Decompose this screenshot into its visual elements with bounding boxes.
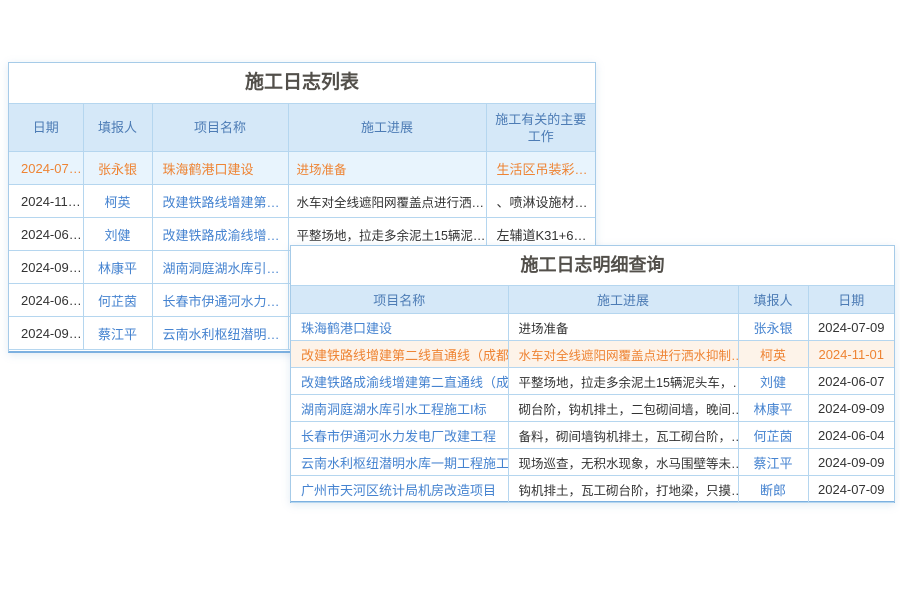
cell-project: 珠海鹤港口建设 xyxy=(152,152,288,185)
cell-date: 2024-06… xyxy=(9,218,83,251)
column-header: 项目名称 xyxy=(291,286,508,314)
cell-progress: 现场巡查，无积水现象，水马围壁等未… xyxy=(508,449,738,476)
construction-log-detail-panel: 施工日志明细查询 项目名称施工进展填报人日期 珠海鹤港口建设进场准备张永银202… xyxy=(290,245,895,503)
construction-log-detail-table: 项目名称施工进展填报人日期 珠海鹤港口建设进场准备张永银2024-07-09改建… xyxy=(291,285,894,503)
cell-reporter: 刘健 xyxy=(738,368,808,395)
cell-reporter: 何芷茵 xyxy=(83,284,152,317)
column-header: 施工有关的主要工作 xyxy=(486,104,595,152)
column-header: 填报人 xyxy=(738,286,808,314)
cell-progress: 进场准备 xyxy=(288,152,486,185)
cell-date: 2024-07-09 xyxy=(808,314,894,341)
cell-project: 广州市天河区统计局机房改造项目 xyxy=(291,476,508,503)
cell-reporter: 刘健 xyxy=(83,218,152,251)
cell-project: 长春市伊通河水力发电厂改建工程 xyxy=(291,422,508,449)
cell-date: 2024-09… xyxy=(9,251,83,284)
column-header: 项目名称 xyxy=(152,104,288,152)
table-row[interactable]: 珠海鹤港口建设进场准备张永银2024-07-09 xyxy=(291,314,894,341)
column-header: 日期 xyxy=(9,104,83,152)
detail-panel-title: 施工日志明细查询 xyxy=(291,246,894,285)
column-header: 日期 xyxy=(808,286,894,314)
cell-reporter: 蔡江平 xyxy=(83,317,152,350)
cell-date: 2024-11-01 xyxy=(808,341,894,368)
table-row[interactable]: 湖南洞庭湖水库引水工程施工I标砌台阶，钩机排土，二包砌间墙，晚间…林康平2024… xyxy=(291,395,894,422)
cell-project: 珠海鹤港口建设 xyxy=(291,314,508,341)
cell-date: 2024-09-09 xyxy=(808,449,894,476)
cell-date: 2024-07-09 xyxy=(808,476,894,503)
table-row[interactable]: 云南水利枢纽潜明水库一期工程施工I标现场巡查，无积水现象，水马围壁等未…蔡江平2… xyxy=(291,449,894,476)
page-canvas: 施工日志列表 日期填报人项目名称施工进展施工有关的主要工作 2024-07…张永… xyxy=(0,0,900,600)
table-row[interactable]: 广州市天河区统计局机房改造项目钩机排土，瓦工砌台阶，打地梁，只摸…断郎2024-… xyxy=(291,476,894,503)
cell-progress: 水车对全线遮阳网覆盖点进行洒… xyxy=(288,185,486,218)
cell-project: 云南水利枢纽潜明… xyxy=(152,317,288,350)
cell-project: 改建铁路线增建第二线直通线（成都-西 xyxy=(291,341,508,368)
cell-date: 2024-07… xyxy=(9,152,83,185)
cell-reporter: 林康平 xyxy=(83,251,152,284)
column-header: 施工进展 xyxy=(508,286,738,314)
cell-work: 、喷淋设施材… xyxy=(486,185,595,218)
cell-project: 湖南洞庭湖水库引… xyxy=(152,251,288,284)
table-row[interactable]: 2024-07…张永银珠海鹤港口建设进场准备生活区吊装彩… xyxy=(9,152,595,185)
cell-project: 改建铁路成渝线增… xyxy=(152,218,288,251)
list-panel-title: 施工日志列表 xyxy=(9,63,595,103)
cell-progress: 平整场地，拉走多余泥土15辆泥头车，… xyxy=(508,368,738,395)
cell-reporter: 断郎 xyxy=(738,476,808,503)
cell-date: 2024-06-07 xyxy=(808,368,894,395)
cell-progress: 砌台阶，钩机排土，二包砌间墙，晚间… xyxy=(508,395,738,422)
cell-progress: 水车对全线遮阳网覆盖点进行洒水抑制… xyxy=(508,341,738,368)
cell-progress: 进场准备 xyxy=(508,314,738,341)
cell-reporter: 柯英 xyxy=(83,185,152,218)
cell-date: 2024-09-09 xyxy=(808,395,894,422)
cell-project: 长春市伊通河水力… xyxy=(152,284,288,317)
table-row[interactable]: 改建铁路线增建第二线直通线（成都-西水车对全线遮阳网覆盖点进行洒水抑制…柯英20… xyxy=(291,341,894,368)
table-row[interactable]: 2024-11…柯英改建铁路线增建第…水车对全线遮阳网覆盖点进行洒…、喷淋设施材… xyxy=(9,185,595,218)
cell-progress: 钩机排土，瓦工砌台阶，打地梁，只摸… xyxy=(508,476,738,503)
cell-reporter: 何芷茵 xyxy=(738,422,808,449)
cell-work: 生活区吊装彩… xyxy=(486,152,595,185)
table-row[interactable]: 改建铁路成渝线增建第二直通线（成渝平整场地，拉走多余泥土15辆泥头车，…刘健20… xyxy=(291,368,894,395)
cell-project: 改建铁路成渝线增建第二直通线（成渝 xyxy=(291,368,508,395)
cell-date: 2024-11… xyxy=(9,185,83,218)
list-header-row: 日期填报人项目名称施工进展施工有关的主要工作 xyxy=(9,104,595,152)
cell-project: 改建铁路线增建第… xyxy=(152,185,288,218)
column-header: 施工进展 xyxy=(288,104,486,152)
cell-project: 湖南洞庭湖水库引水工程施工I标 xyxy=(291,395,508,422)
cell-date: 2024-06-04 xyxy=(808,422,894,449)
cell-reporter: 林康平 xyxy=(738,395,808,422)
cell-reporter: 柯英 xyxy=(738,341,808,368)
cell-date: 2024-09… xyxy=(9,317,83,350)
cell-progress: 备料，砌间墙钩机排土，瓦工砌台阶，… xyxy=(508,422,738,449)
cell-reporter: 张永银 xyxy=(738,314,808,341)
cell-project: 云南水利枢纽潜明水库一期工程施工I标 xyxy=(291,449,508,476)
column-header: 填报人 xyxy=(83,104,152,152)
cell-reporter: 蔡江平 xyxy=(738,449,808,476)
cell-date: 2024-06… xyxy=(9,284,83,317)
cell-reporter: 张永银 xyxy=(83,152,152,185)
table-row[interactable]: 长春市伊通河水力发电厂改建工程备料，砌间墙钩机排土，瓦工砌台阶，…何芷茵2024… xyxy=(291,422,894,449)
detail-header-row: 项目名称施工进展填报人日期 xyxy=(291,286,894,314)
